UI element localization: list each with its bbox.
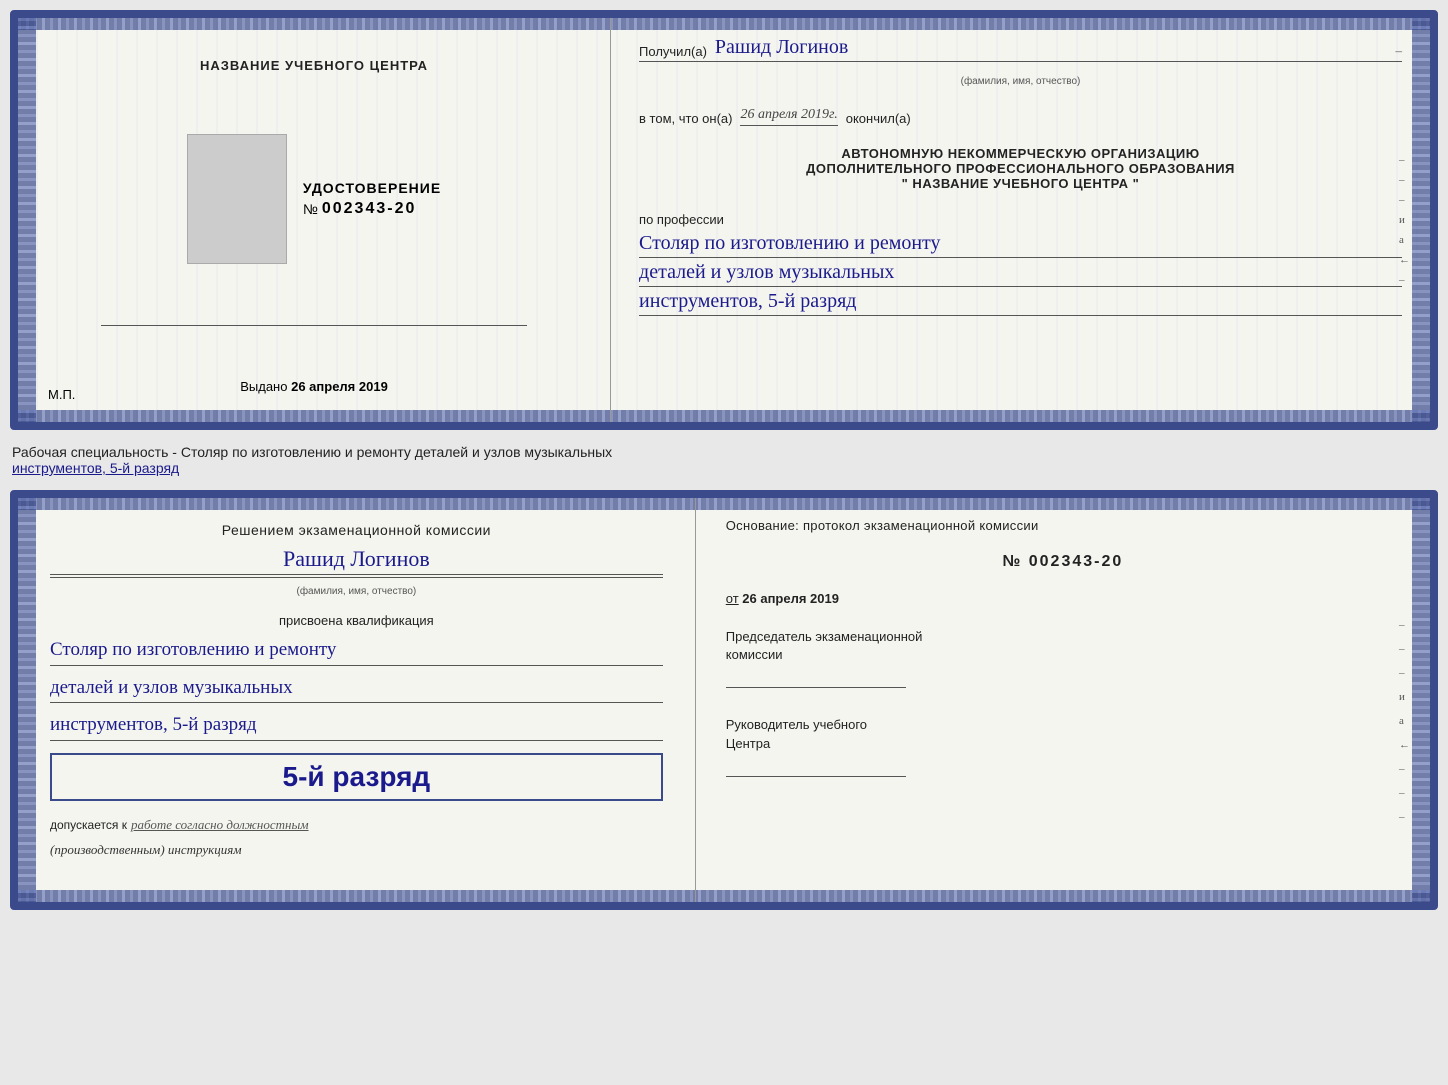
mp-line: М.П. [48,387,75,402]
инструкциям-value: (производственным) инструкциям [50,842,242,857]
specialty-line: Рабочая специальность - Столяр по изгото… [10,438,1438,482]
in-that-label: в том, что он(а) [639,111,732,126]
org-name: " НАЗВАНИЕ УЧЕБНОГО ЦЕНТРА " [639,176,1402,191]
profession-line1: Столяр по изготовлению и ремонту [639,229,1402,258]
issued-date: 26 апреля 2019 [291,379,388,394]
decision-text: Решением экзаменационной комиссии [50,522,663,538]
number-prefix: № [303,201,318,217]
head-label: Руководитель учебного [726,716,1400,734]
big-rank-box: 5-й разряд [50,753,663,801]
head-section: Руководитель учебного Центра [726,716,1400,776]
cert-udostoverenie-block: УДОСТОВЕРЕНИЕ № 002343-20 [303,180,441,218]
date-label: от [726,591,739,606]
chairman-label: Председатель экзаменационной [726,628,1400,646]
fio-sublabel-top: (фамилия, имя, отчество) [639,76,1402,87]
chairman-label2: комиссии [726,646,1400,664]
org-line2: ДОПОЛНИТЕЛЬНОГО ПРОФЕССИОНАЛЬНОГО ОБРАЗО… [639,161,1402,176]
photo-placeholder [187,134,287,264]
specialty-underline: инструментов, 5-й разряд [12,460,179,476]
received-label: Получил(а) [639,44,707,59]
protocol-prefix: № [1002,553,1022,570]
issued-label: Выдано [240,379,287,394]
head-label2: Центра [726,735,1400,753]
certificate-card-bottom: Решением экзаменационной комиссии Рашид … [10,490,1438,910]
bottom-fio-sublabel: (фамилия, имя, отчество) [50,586,663,597]
cert-left: НАЗВАНИЕ УЧЕБНОГО ЦЕНТРА УДОСТОВЕРЕНИЕ №… [18,18,611,422]
protocol-number: № 002343-20 [726,553,1400,571]
completed-label: окончил(а) [846,111,911,126]
bottom-left: Решением экзаменационной комиссии Рашид … [18,498,696,902]
bottom-recipient-name: Рашид Логинов [50,546,663,575]
profession-line3: инструментов, 5-й разряд [639,287,1402,316]
protocol-num-value: 002343-20 [1029,553,1124,570]
chairman-section: Председатель экзаменационной комиссии [726,628,1400,688]
completion-date: 26 апреля 2019г. [740,107,837,126]
osnov-text: Основание: протокол экзаменационной коми… [726,518,1400,533]
page-wrapper: НАЗВАНИЕ УЧЕБНОГО ЦЕНТРА УДОСТОВЕРЕНИЕ №… [10,10,1438,910]
qual-line2: деталей и узлов музыкальных [50,674,663,704]
допускается-value: работе согласно должностным [131,817,309,833]
cert-title-top: НАЗВАНИЕ УЧЕБНОГО ЦЕНТРА [200,58,428,73]
spine-right-bottom [1412,498,1430,902]
date-line: от 26 апреля 2019 [726,591,1400,606]
profession-line2: деталей и узлов музыкальных [639,258,1402,287]
specialty-label: Рабочая специальность - Столяр по изгото… [12,444,612,460]
date-value: 26 апреля 2019 [742,591,839,606]
spine-right [1412,18,1430,422]
by-profession: по профессии [639,212,724,227]
cert-number: 002343-20 [322,200,417,218]
side-marks-top: – – – и а ← – [1399,154,1410,286]
certificate-card-top: НАЗВАНИЕ УЧЕБНОГО ЦЕНТРА УДОСТОВЕРЕНИЕ №… [10,10,1438,430]
assigned-text: присвоена квалификация [50,613,663,628]
cert-issued: Выдано 26 апреля 2019 [240,379,388,394]
допускается-label: допускается к [50,818,127,832]
big-rank-text: 5-й разряд [283,761,431,792]
recipient-name-top: Рашид Логинов [715,36,1388,59]
right-side-marks-bottom: – – – и а ← – – – [1399,619,1410,823]
udostoverenie-label: УДОСТОВЕРЕНИЕ [303,180,441,196]
cert-right: Получил(а) Рашид Логинов – (фамилия, имя… [611,18,1430,422]
bottom-right: Основание: протокол экзаменационной коми… [696,498,1430,902]
qual-line1: Столяр по изготовлению и ремонту [50,636,663,666]
org-line1: АВТОНОМНУЮ НЕКОММЕРЧЕСКУЮ ОРГАНИЗАЦИЮ [639,146,1402,161]
chairman-sig-line [726,668,906,688]
qual-line3: инструментов, 5-й разряд [50,711,663,741]
head-sig-line [726,757,906,777]
